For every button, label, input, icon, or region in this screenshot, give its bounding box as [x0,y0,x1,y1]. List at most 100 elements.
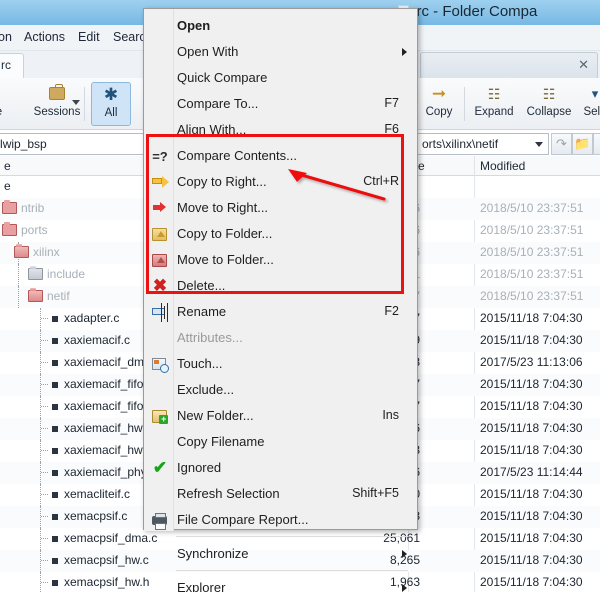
green-check-icon: ✔ [152,458,168,477]
context-menu-item-exclude[interactable]: Exclude... [145,377,417,403]
context-menu-item-label: Move to Folder... [177,252,274,267]
context-menu-item-delete[interactable]: ✖ Delete... [145,273,417,299]
tree-dash [41,340,48,341]
file-bullet-icon [52,558,58,564]
right-path-input[interactable]: orts\xilinx\netif [417,133,549,155]
folder-icon [28,288,43,302]
open-folder-icon[interactable]: 📁 [572,133,593,155]
toolbar-item-sessions[interactable]: Sessions [24,82,90,126]
tree-dash [41,450,48,451]
context-menu-item-move-to-right[interactable]: Move to Right... [145,195,417,221]
context-menu-item-rename[interactable]: Rename F2 [145,299,417,325]
file-bullet-icon [52,514,58,520]
context-menu-item-move-to-folder[interactable]: Move to Folder... [145,247,417,273]
context-menu-item-open-with[interactable]: Open With [145,39,417,65]
chevron-down-icon[interactable] [535,142,543,147]
tab-src[interactable]: rc [0,53,24,78]
context-menu-item-synchronize[interactable]: Synchronize [145,541,417,567]
context-menu-item-new-folder[interactable]: + New Folder... Ins [145,403,417,429]
context-menu-item-accelerator: Ins [382,408,399,422]
file-modified-cell: 2015/11/18 7:04:30 [480,487,583,501]
context-menu[interactable]: Open Open With Quick Compare Compare To... F… [143,8,418,592]
file-modified-cell: 2015/11/18 7:04:30 [480,553,583,567]
file-name-cell: include [47,267,86,281]
context-menu-item-accelerator: F6 [384,122,399,136]
menu-item-edit[interactable]: Edit [78,30,100,44]
context-menu-item-explorer[interactable]: Explorer [145,575,417,592]
context-menu-item-copy-filename[interactable]: Copy Filename [145,429,417,455]
refresh-icon[interactable]: ↷ [551,133,572,155]
file-bullet-icon [52,492,58,498]
context-menu-item-label: Rename [177,304,227,319]
context-menu-item-copy-to-right[interactable]: Copy to Right... Ctrl+R [145,169,417,195]
tree-dash [41,516,48,517]
toolbar-label: Sele [583,106,600,118]
context-menu-item-align-with[interactable]: Align With... F6 [145,117,417,143]
context-menu-item-label: Quick Compare [177,70,268,85]
tree-dash [41,406,48,407]
menu-item-on[interactable]: on [0,30,12,44]
folder-icon [28,266,43,280]
tree-guide-line [40,484,41,506]
equals-question-icon: =? [152,149,168,164]
touch-clock-icon [150,355,170,373]
up-folder-icon[interactable]: ⬆ [593,133,600,155]
rename-icon [150,303,170,321]
folder-icon [2,222,17,236]
toolbar-item-collapse[interactable]: ☷ Collapse [521,82,577,126]
context-menu-item-accelerator: F7 [384,96,399,110]
file-name-cell: xaxiemacif_fifo.h [64,399,154,413]
folder-compare-window: src - Folder Compa on Actions Edit Searc… [0,0,600,592]
tree-dash [41,362,48,363]
context-menu-item-ignored[interactable]: ✔ Ignored [145,455,417,481]
toolbar-item-select[interactable]: ▾ Sele [575,82,600,126]
tree-guide-line [40,528,41,550]
file-name-cell: xemacpsif.c [64,509,128,523]
briefcase-icon [24,82,90,106]
context-menu-item-touch[interactable]: Touch... [145,351,417,377]
context-menu-item-quick-compare[interactable]: Quick Compare [145,65,417,91]
context-menu-item-label: Move to Right... [177,200,269,215]
context-menu-item-refresh-selection[interactable]: Refresh Selection Shift+F5 [145,481,417,507]
toolbar-item-copy[interactable]: ➞ Copy [418,82,460,126]
right-path-value: orts\xilinx\netif [422,137,499,151]
context-menu-item-label: Open With [177,44,239,59]
context-menu-item-label: Refresh Selection [177,486,280,501]
tree-guide-line [40,308,41,330]
tree-guide-line [40,506,41,528]
tree-dash [41,384,48,385]
tree-guide-line [40,550,41,572]
left-path-input[interactable]: \cnc\cnc.sdk\cnclwip_bsp [0,133,145,155]
context-menu-item-copy-to-folder[interactable]: Copy to Folder... [145,221,417,247]
file-name-cell: xemacliteif.c [64,487,131,501]
tree-dash [41,318,48,319]
context-menu-item-label: Compare Contents... [177,148,297,163]
context-menu-item-compare-to[interactable]: Compare To... F7 [145,91,417,117]
sessions-dropdown-caret[interactable] [72,100,80,105]
collapse-tree-icon: ☷ [542,86,556,102]
close-icon[interactable]: ✕ [578,57,589,73]
file-name-cell: xaxiemacif_fifo.c [64,377,153,391]
file-name-cell: e [4,179,11,193]
menu-item-search[interactable]: Searc [113,30,146,44]
right-panel-tab[interactable]: ✕ [420,52,598,78]
file-bullet-icon [52,448,58,454]
red-x-icon: ✖ [152,276,168,295]
column-header-modified[interactable]: Modified [480,159,525,173]
move-to-folder-icon [150,251,170,269]
file-bullet-icon [52,338,58,344]
toolbar-item-expand[interactable]: ☷ Expand [468,82,520,126]
context-menu-item-open[interactable]: Open [145,13,417,39]
tree-guide-line [40,396,41,418]
submenu-arrow-icon [402,584,407,592]
toolbar-item-all[interactable]: ✱ All [91,82,131,126]
column-header-name[interactable]: e [4,159,11,173]
file-modified-cell: 2018/5/10 23:37:51 [480,289,584,303]
context-menu-item-compare-contents[interactable]: =? Compare Contents... [145,143,417,169]
context-menu-item-label: Delete... [177,278,226,293]
file-name-cell: xilinx [33,245,60,259]
context-menu-item-file-compare-report[interactable]: File Compare Report... [145,507,417,533]
menu-item-actions[interactable]: Actions [24,30,65,44]
toolbar-label: Expand [474,106,514,118]
tree-dash [41,582,48,583]
